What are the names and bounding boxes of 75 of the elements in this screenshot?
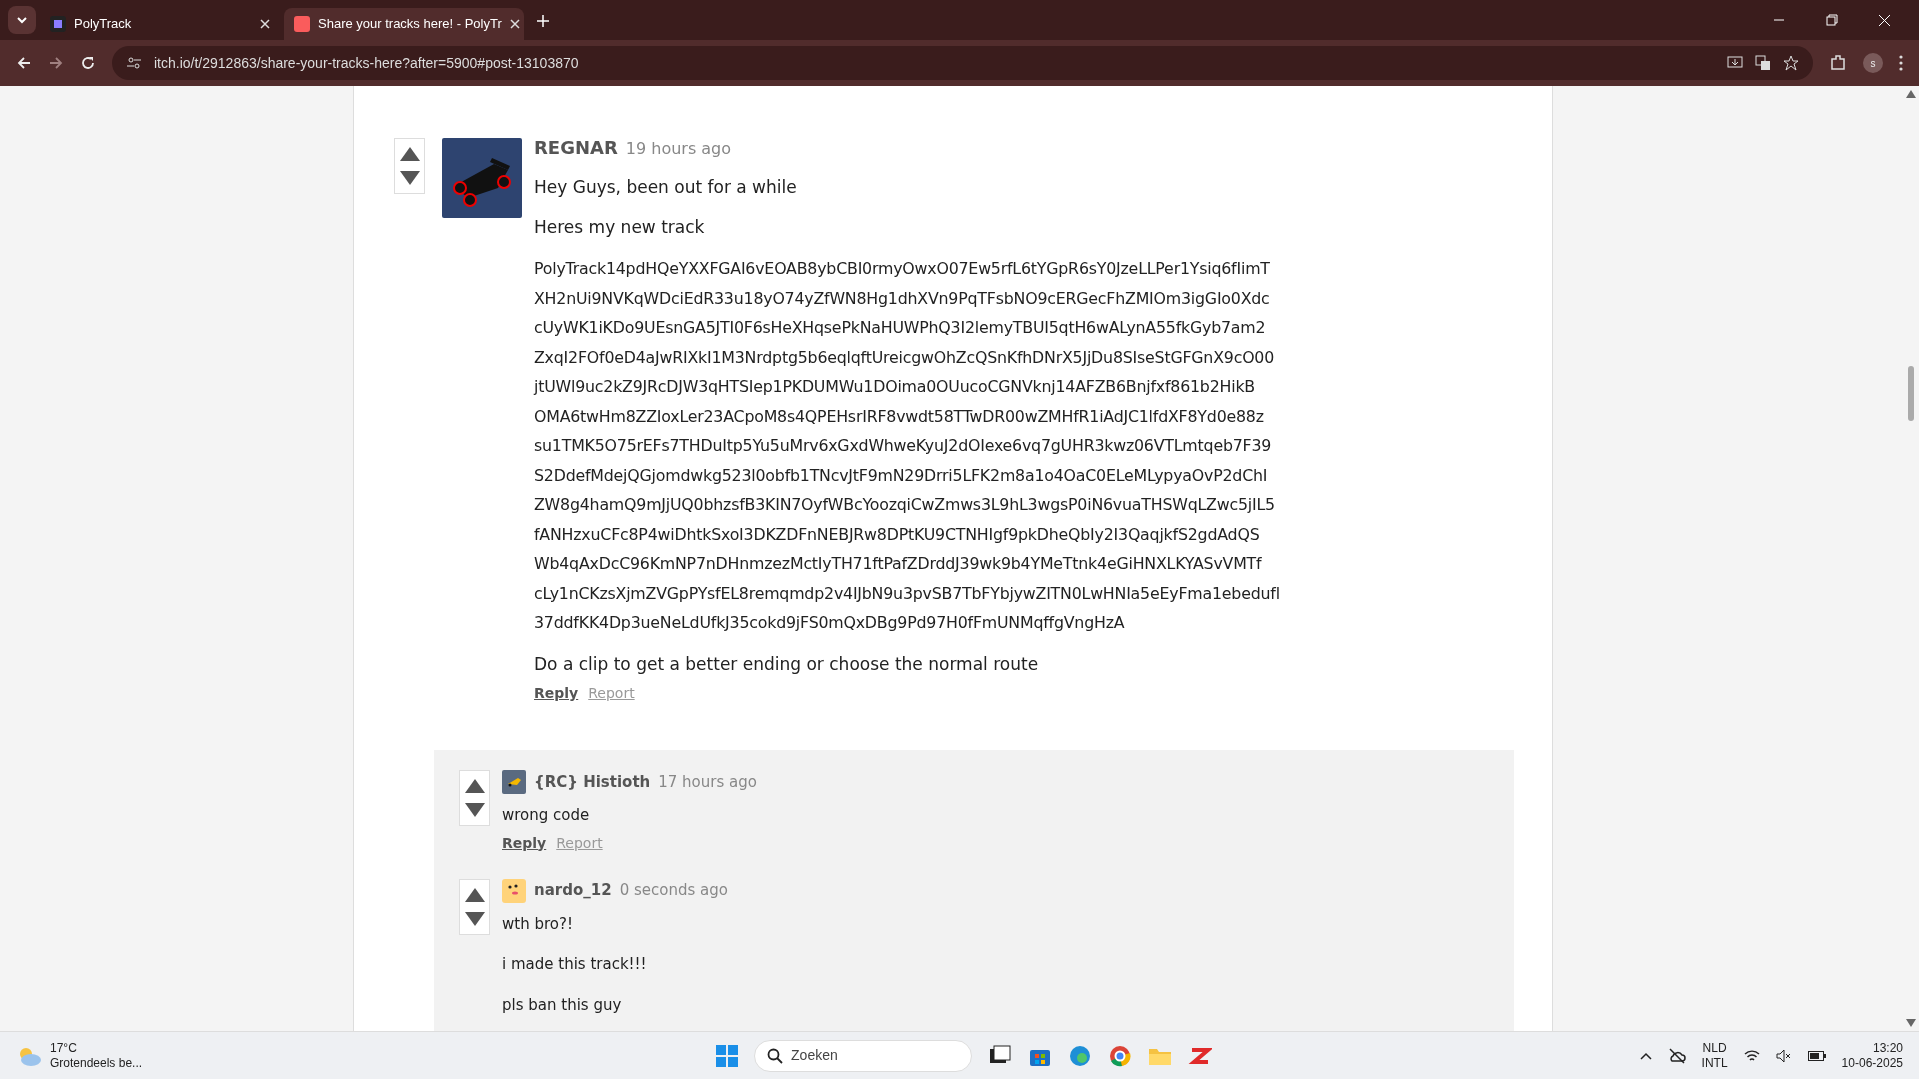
close-icon[interactable] [509,19,520,29]
track-code-line: su1TMK5O75rEFs7THDuItp5Yu5uMrv6xGxdWhweKyuJ2dOIexe6vq7gUHR3kwz06VTLmtqeb7F39 [534,435,1273,457]
small-car-avatar [502,770,526,794]
site-settings-icon [126,55,142,71]
battery-icon[interactable] [1807,1050,1826,1061]
downvote-icon[interactable] [464,911,485,926]
downvote-icon[interactable] [399,171,420,185]
track-code-line: OMA6twHm8ZZIoxLer23ACpoM8s4QPEHsrIRF8vwdt58TTwDR00wZMHfR1iAdJC1lfdXF8Yd0e88z [534,405,1265,428]
upvote-icon[interactable] [399,147,420,161]
reload-icon[interactable] [80,55,96,71]
close-icon[interactable] [260,19,270,29]
new-tab-icon[interactable] [536,14,550,28]
post-text: Hey Guys, been out for a while [534,176,798,199]
track-code-line: jtUWl9uc2kZ9JRcDJW3qHTSIep1PKDUMWu1DOima0OUucoCGNVknj14AFZB6Bnjfxf861b2HikB [534,376,1256,398]
track-code-line: cUyWK1iKDo9UEsnGA5JTI0F6sHeXHqsePkNaHUWPhQ3I2lemyTBUI5qtH6wALynA55fkGyb7am2 [534,317,1267,339]
reply-link[interactable]: Reply [502,834,547,851]
comment-text: wth bro?! [502,913,574,935]
clock-time[interactable]: 13:20 [1841,1040,1903,1056]
extensions-icon[interactable] [1829,54,1847,72]
temperature: 17°C [50,1040,78,1056]
back-icon[interactable] [16,55,32,71]
upvote-icon[interactable] [464,779,485,793]
bookmark-star-icon[interactable] [1783,55,1799,71]
profile-avatar[interactable]: s [1863,53,1883,73]
comment-text: i made this track!!! [502,954,648,975]
track-code-line: XH2nUi9NVKqWDciEdR33u18yO74yZfWN8Hg1dhXVn9PqTFsbNO9cERGecFhZMIOm3igGIo0Xdc [534,287,1271,310]
comment-text: pls ban this guy [502,994,623,1016]
app-icon [50,16,66,32]
username[interactable]: nardo_12 [534,879,612,902]
timestamp: 19 hours ago [625,138,732,160]
timestamp: 17 hours ago [658,771,757,793]
downvote-icon[interactable] [464,803,485,817]
scroll-down-icon[interactable] [1906,1019,1916,1027]
track-code-line: fANHzxuCFc8P4wiDhtkSxoI3DKZDFnNEBJRw8DPtKU9CTNHIgf9pkDheQbIy2I3QaqjkfS2gdAdQS [534,523,1261,546]
username[interactable]: {RC} Histioth [534,770,651,794]
speaker-muted-icon[interactable] [1775,1048,1792,1063]
translate-icon[interactable] [1755,55,1771,71]
restore-icon[interactable] [1825,14,1838,27]
chevron-up-icon[interactable] [1639,1051,1652,1060]
taskbar-search[interactable]: Zoeken [754,1039,973,1072]
comment-text: wrong code [502,805,591,826]
post-text: Heres my new track [534,215,706,239]
track-code-line: PolyTrack14pdHQeYXXFGAI6vEOAB8ybCBI0rmyOwxO07Ew5rfL6tYGpR6sY0JzeLLPer1Ysiq6fIimT [534,258,1271,280]
post-text: Do a clip to get a better ending or choose the normal route [534,652,1040,676]
install-icon[interactable] [1727,55,1743,71]
upvote-icon[interactable] [464,887,485,902]
weather-text: Grotendeels be... [50,1055,143,1071]
track-code-line: ZxqI2FOf0eD4aJwRIXkI1M3Nrdptg5b6eqlqftUreicgwOhZcQSnKfhDNrX5JjDu8SIseStGFGnX9cO00 [534,346,1276,369]
language-code[interactable]: NLD [1701,1040,1728,1056]
edge-icon[interactable] [1068,1043,1093,1068]
timestamp: 0 seconds ago [619,880,728,902]
chrome-icon[interactable] [1108,1043,1133,1068]
track-code-line: S2DdefMdejQGjomdwkg523l0obfb1TNcvJtF9mN29Drri5LFK2m8a1o4OaC0ELeMLypyaOvP2dChI [534,464,1269,487]
scrollbar-thumb[interactable] [1908,366,1914,421]
scroll-up-icon[interactable] [1906,90,1916,98]
reply-link[interactable]: Reply [534,685,579,701]
track-code-line: 37ddfKK4Dp3ueNeLdUfkJ35cokd9jFS0mQxDBg9Pd97H0fFmUNMqffgVngHzA [534,612,1126,634]
browser-tab[interactable]: Share your tracks here! - PolyTr [284,8,524,40]
search-icon [767,1047,784,1064]
username[interactable]: REGNAR [534,134,618,161]
clock-date[interactable]: 10-06-2025 [1841,1055,1903,1071]
track-code-line: ZW8g4hamQ9mJjUQ0bhzsfB3KIN7OyfWBcYoozqiCwZmws3L9hL3wgsP0iN6vuaTHSWqLZwc5jIL5 [534,494,1276,516]
keyboard-layout[interactable]: INTL [1701,1055,1728,1071]
site-icon [294,16,310,32]
track-code-line: cLy1nCKzsXjmZVGpPYsfEL8remqmdp2v4IJbN9u3pvSB7TbFYbjywZITN0LwHNIa5eEyFma1ebedufl [534,582,1280,605]
address-bar[interactable]: itch.io/t/2912863/share-your-tracks-here?after=5900#post-13103870 [112,46,1813,80]
tab-list-icon[interactable] [8,6,36,34]
wifi-icon[interactable] [1743,1048,1760,1063]
cloud-off-icon[interactable] [1667,1047,1686,1064]
forward-icon[interactable] [48,55,64,71]
browser-tab[interactable]: PolyTrack [40,8,280,40]
cartoon-avatar [502,878,526,903]
more-menu-icon[interactable] [1899,55,1903,71]
start-icon[interactable] [716,1044,739,1067]
track-code-line: Wb4qAxDcC96KmNP7nDHnmzezMctIyTH71ftPafZDrddJ39wk9b4YMeTtnk4eGiHNXLKYASvVMTf [534,553,1263,575]
